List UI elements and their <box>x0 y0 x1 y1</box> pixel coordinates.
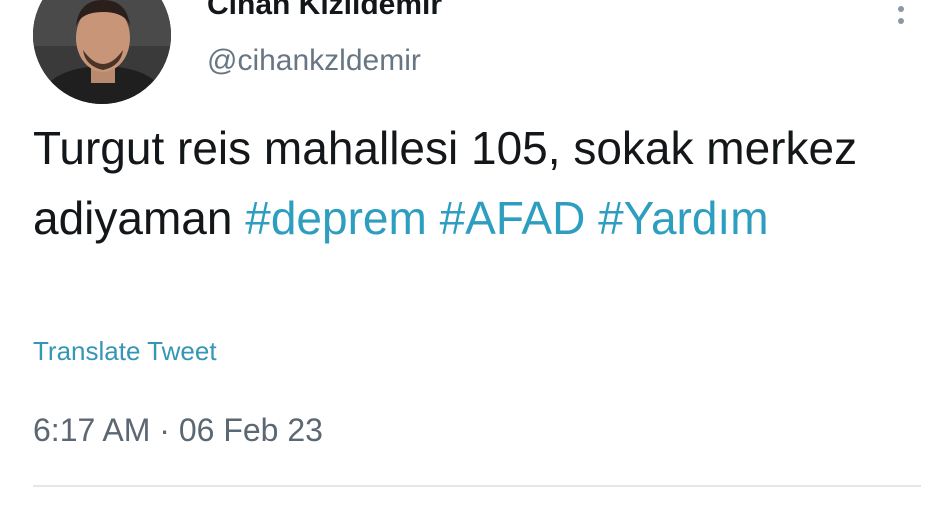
divider <box>33 485 921 487</box>
display-name[interactable]: Cihan Kızıldemir <box>207 0 442 22</box>
avatar-image <box>33 0 171 104</box>
more-options-button[interactable] <box>890 0 912 34</box>
translate-tweet-link[interactable]: Translate Tweet <box>33 336 217 367</box>
hashtag-yardim[interactable]: #Yardım <box>598 192 768 244</box>
tweet-text: Turgut reis mahallesi 105, sokak merkez … <box>33 113 893 253</box>
tweet-card: Cihan Kızıldemir @cihankzldemir Turgut r… <box>0 0 940 525</box>
tweet-timestamp[interactable]: 6:17 AM · 06 Feb 23 <box>33 412 323 449</box>
hashtag-afad[interactable]: #AFAD <box>440 192 586 244</box>
avatar[interactable] <box>33 0 171 104</box>
hashtag-deprem[interactable]: #deprem <box>245 192 427 244</box>
user-handle[interactable]: @cihankzldemir <box>207 44 421 78</box>
